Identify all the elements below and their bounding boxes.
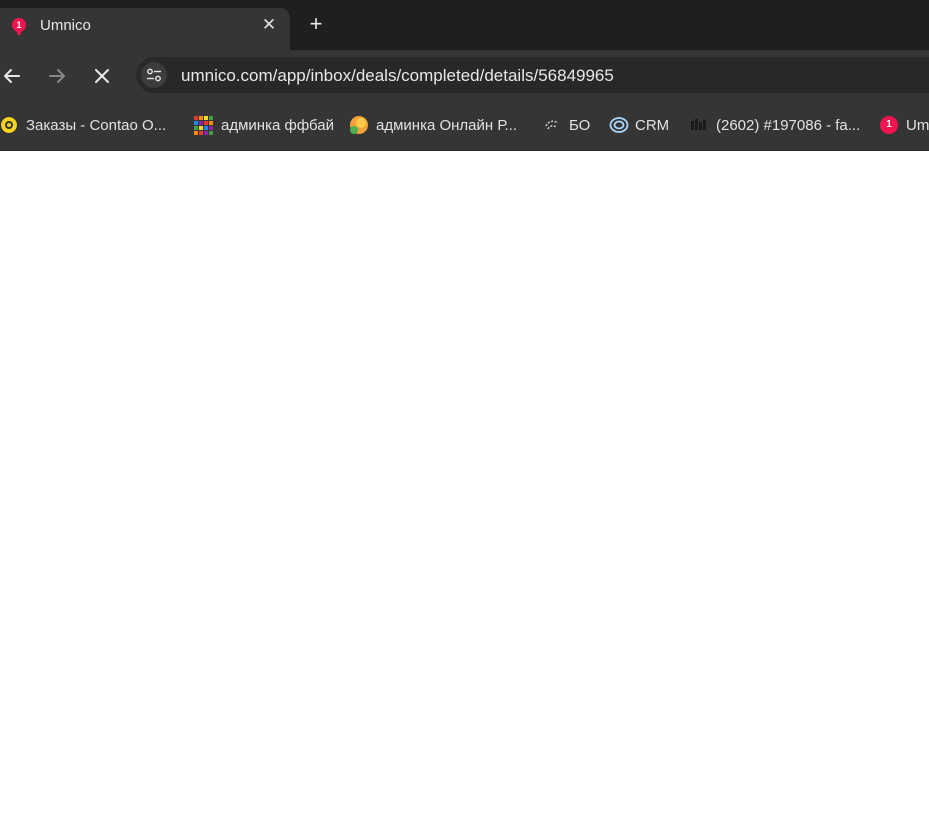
- back-button[interactable]: [0, 64, 24, 88]
- forward-button[interactable]: [45, 64, 69, 88]
- close-tab-icon[interactable]: ✕: [258, 14, 280, 36]
- ticket-icon: [690, 116, 708, 134]
- bookmark-label: админка ффбай: [221, 116, 334, 134]
- bookmark-bo[interactable]: БО: [543, 114, 590, 136]
- bookmark-label: админка Онлайн Р...: [376, 116, 518, 134]
- bookmark-admin-ffbuy[interactable]: админка ффбай: [194, 114, 334, 136]
- browser-window: 1 Umnico ✕ + umnico.com/app/inbox/deals/…: [0, 0, 929, 828]
- bookmark-label: БО: [569, 116, 591, 134]
- tab-strip: 1 Umnico ✕ +: [0, 0, 929, 50]
- umnico-favicon-icon: 1: [12, 18, 26, 35]
- bookmark-label: CRM: [635, 116, 670, 134]
- bookmark-label: Um: [906, 116, 929, 134]
- tab-umnico[interactable]: 1 Umnico ✕: [0, 8, 290, 50]
- navigation-toolbar: umnico.com/app/inbox/deals/completed/det…: [0, 50, 929, 100]
- arrow-right-icon: [49, 69, 65, 83]
- arrow-left-icon: [4, 69, 20, 83]
- bookmark-crm[interactable]: CRM: [609, 114, 669, 136]
- bo-icon: [543, 116, 561, 134]
- grid-icon: [194, 115, 213, 135]
- close-icon: [95, 69, 109, 83]
- tune-icon: [147, 68, 161, 82]
- bookmark-orders[interactable]: Заказы - Contao O...: [0, 114, 166, 136]
- url-text[interactable]: umnico.com/app/inbox/deals/completed/det…: [181, 66, 614, 86]
- bookmark-umnico[interactable]: 1 Um: [880, 114, 929, 136]
- page-content: [0, 151, 929, 828]
- bookmark-label: Заказы - Contao O...: [26, 116, 167, 134]
- site-info-button[interactable]: [141, 62, 167, 88]
- umnico-icon: 1: [880, 116, 898, 134]
- online-icon: [350, 116, 368, 134]
- bookmark-label: (2602) #197086 - fa...: [716, 116, 861, 134]
- orders-icon: [0, 116, 18, 134]
- bookmark-ticket[interactable]: (2602) #197086 - fa...: [690, 114, 860, 136]
- stop-loading-button[interactable]: [90, 64, 114, 88]
- new-tab-button[interactable]: +: [304, 12, 328, 36]
- tab-title: Umnico: [40, 17, 91, 34]
- address-bar[interactable]: umnico.com/app/inbox/deals/completed/det…: [136, 57, 929, 93]
- bookmarks-bar: Заказы - Contao O... админка ффбай админ…: [0, 100, 929, 151]
- crm-icon: [609, 116, 629, 134]
- bookmark-admin-online[interactable]: админка Онлайн Р...: [350, 114, 517, 136]
